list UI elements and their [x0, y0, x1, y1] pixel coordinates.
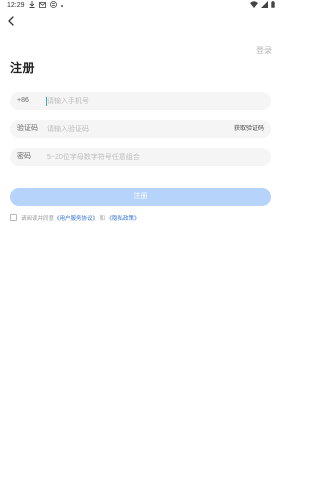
verification-code-input[interactable] [47, 120, 227, 138]
password-input[interactable] [47, 148, 227, 166]
privacy-policy-link[interactable]: 《隐私政策》 [107, 214, 140, 222]
status-right-icons [250, 1, 275, 11]
verification-code-label: 验证码 [17, 125, 38, 132]
wifi-icon [250, 1, 258, 11]
agreement-prefix: 请阅读并同意 [21, 215, 55, 222]
dot-icon [61, 5, 63, 7]
register-button[interactable]: 注册 [10, 188, 271, 206]
mail-icon [39, 1, 46, 11]
password-label: 密码 [17, 153, 31, 160]
download-icon [29, 1, 35, 11]
verification-code-field[interactable]: 验证码 获取验证码 [10, 120, 271, 138]
user-agreement-link[interactable]: 《用户服务协议》 [54, 214, 98, 222]
agreement-conjunction: 和 [99, 215, 106, 222]
phone-field[interactable]: +86 [10, 92, 271, 110]
app-icon [50, 1, 57, 11]
agreement-checkbox[interactable] [10, 214, 17, 221]
back-button[interactable] [3, 14, 19, 30]
status-time: 12:29 [7, 2, 25, 9]
status-left-icons [29, 1, 63, 11]
battery-icon [271, 1, 275, 11]
signal-icon [261, 1, 268, 11]
page-title: 注册 [10, 61, 36, 75]
password-field[interactable]: 密码 [10, 148, 271, 166]
country-code-prefix[interactable]: +86 [17, 92, 29, 110]
phone-input[interactable] [47, 92, 227, 110]
status-bar: 12:29 [0, 0, 281, 12]
get-code-button[interactable]: 获取验证码 [234, 120, 264, 138]
login-link[interactable]: 登录 [256, 46, 272, 56]
agreement-row: 请阅读并同意 《用户服务协议》 和 《隐私政策》 [10, 213, 140, 222]
chevron-left-icon [7, 13, 15, 31]
